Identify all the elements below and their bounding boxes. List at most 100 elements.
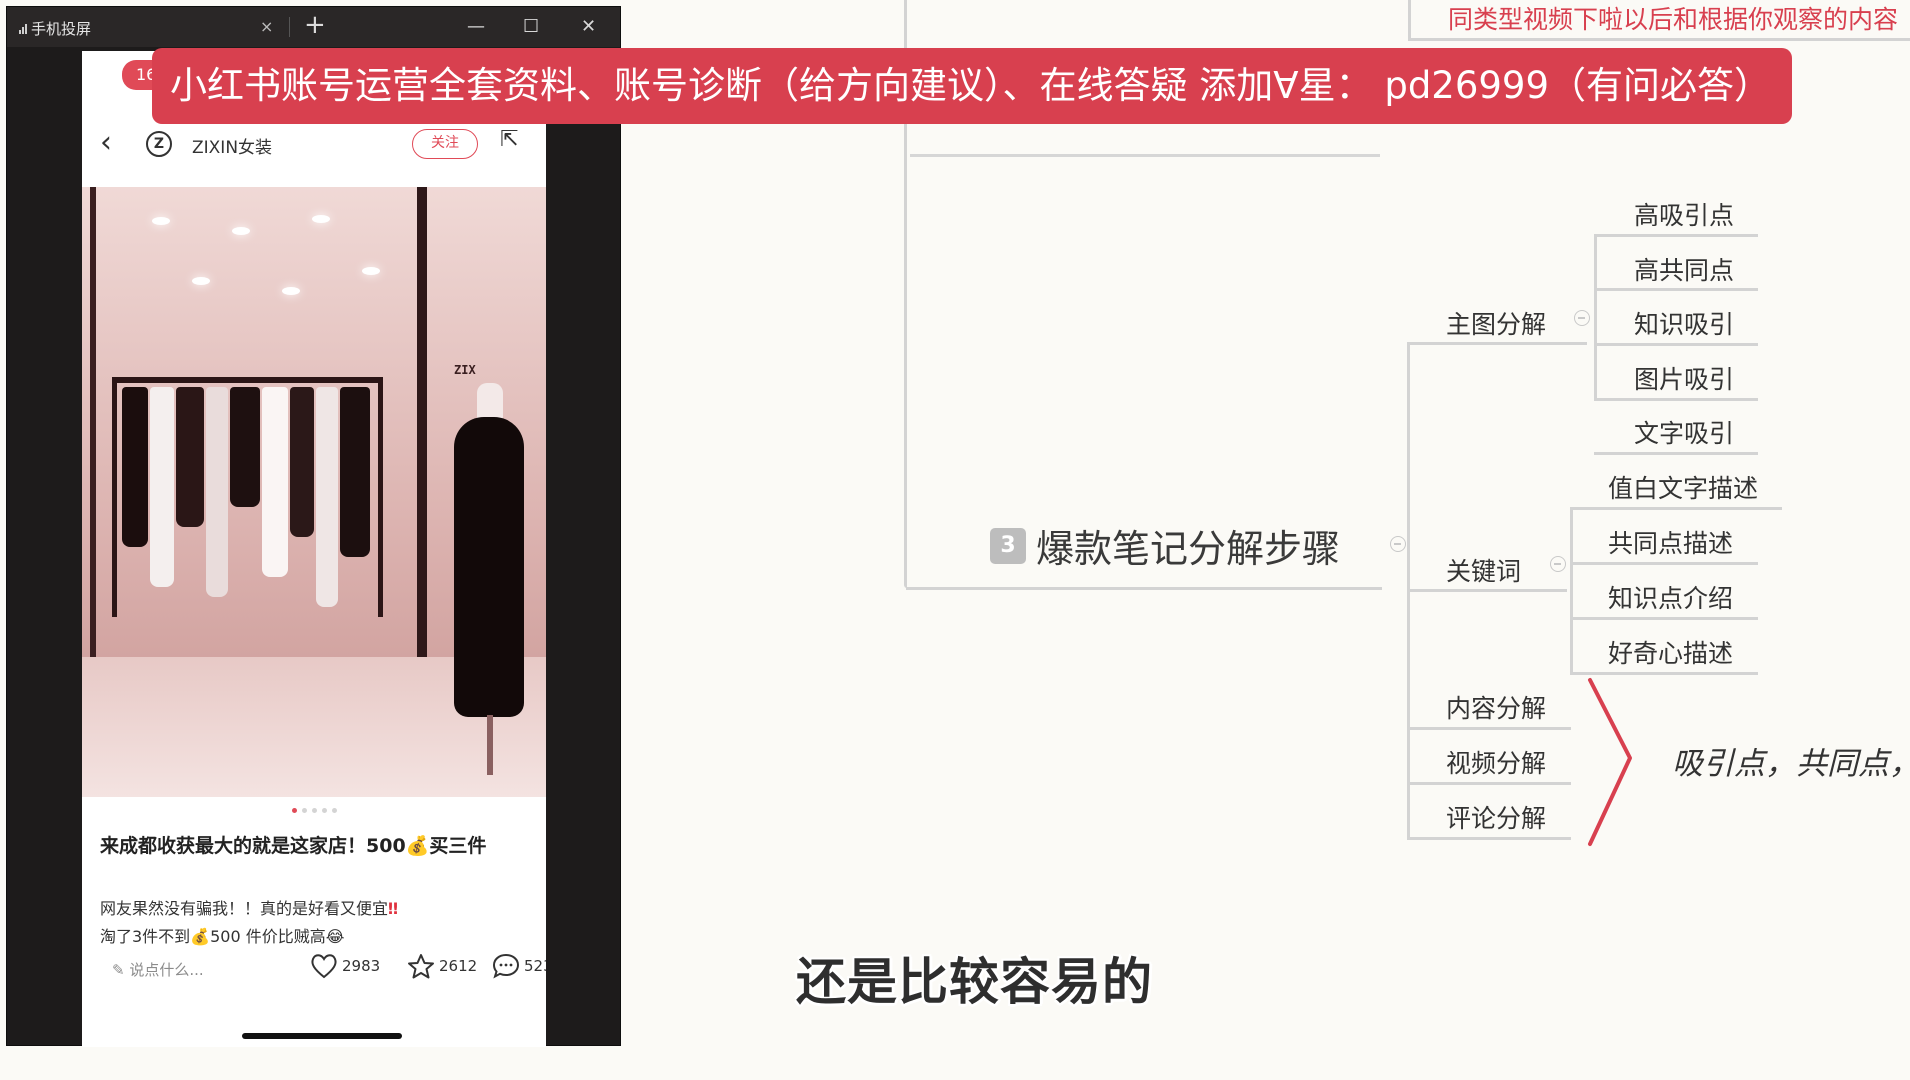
garment bbox=[150, 387, 174, 587]
child-image[interactable]: 图片吸引 bbox=[1634, 360, 1734, 396]
tab-separator bbox=[289, 17, 290, 37]
child-high-attraction[interactable]: 高吸引点 bbox=[1634, 196, 1734, 232]
main-image-collapse-toggle[interactable] bbox=[1574, 310, 1590, 326]
branch-content[interactable]: 内容分解 bbox=[1446, 689, 1546, 725]
carousel-dot bbox=[322, 808, 327, 813]
child-knowledge[interactable]: 知识吸引 bbox=[1634, 305, 1734, 341]
mannequin-stand bbox=[487, 715, 493, 775]
summary-text: 吸引点，共同点， bbox=[1672, 746, 1910, 782]
carousel-dot-active bbox=[292, 808, 297, 813]
like-button[interactable]: 2983 bbox=[310, 953, 380, 979]
garment bbox=[206, 387, 228, 597]
child-text[interactable]: 文字吸引 bbox=[1634, 414, 1734, 450]
main-image-children-spine bbox=[1594, 236, 1597, 399]
keywords-children-spine bbox=[1570, 508, 1573, 672]
new-tab-button[interactable]: + bbox=[304, 10, 326, 40]
branch-main-image-underline bbox=[1407, 342, 1587, 345]
child-underline bbox=[1594, 343, 1758, 346]
garment bbox=[230, 387, 260, 507]
garment bbox=[290, 387, 314, 537]
main-node[interactable]: 3 爆款笔记分解步骤 bbox=[990, 518, 1340, 573]
window-titlebar: 手机投屏 × + — ☐ ✕ bbox=[7, 7, 620, 47]
star-count: 2612 bbox=[439, 957, 478, 975]
comment-input[interactable]: ✎ 说点什么... bbox=[112, 959, 204, 980]
star-icon bbox=[408, 954, 434, 979]
child-knowledge-intro[interactable]: 知识点介绍 bbox=[1608, 579, 1733, 615]
store-name[interactable]: ZIXIN女装 bbox=[192, 133, 272, 158]
clothing-rack bbox=[112, 377, 382, 383]
follow-button[interactable]: 关注 bbox=[412, 129, 478, 159]
red-bracket bbox=[1588, 678, 1632, 846]
child-underline bbox=[1594, 288, 1758, 291]
mannequin-dress bbox=[454, 417, 524, 717]
garment bbox=[262, 387, 288, 577]
child-underline bbox=[1570, 562, 1758, 565]
main-node-collapse-toggle[interactable] bbox=[1390, 536, 1406, 552]
top-note-underline bbox=[1408, 38, 1910, 41]
branch-main-image[interactable]: 主图分解 bbox=[1446, 305, 1546, 341]
main-node-underline bbox=[906, 587, 1382, 590]
child-underline bbox=[1594, 452, 1758, 455]
video-subtitle: 还是比较容易的 bbox=[796, 953, 1153, 1011]
child-underline bbox=[1594, 398, 1758, 401]
promo-banner: 小红书账号运营全套资料、账号诊断（给方向建议）、在线答疑 添加∀星： pd269… bbox=[152, 48, 1792, 124]
garment bbox=[122, 387, 148, 547]
post-photo[interactable]: ZIX bbox=[82, 187, 546, 797]
close-button[interactable]: ✕ bbox=[581, 16, 596, 37]
branch-underline bbox=[1407, 727, 1571, 730]
carousel-dots[interactable] bbox=[292, 808, 337, 813]
branch-keywords-underline bbox=[1407, 589, 1567, 592]
comment-placeholder: 说点什么... bbox=[129, 961, 204, 979]
star-button[interactable]: 2612 bbox=[407, 953, 477, 979]
signal-icon bbox=[19, 23, 27, 34]
store-logo[interactable]: Z bbox=[146, 131, 172, 157]
main-node-label: 爆款笔记分解步骤 bbox=[1036, 527, 1341, 571]
child-underline bbox=[1594, 234, 1758, 237]
post-body: 网友果然没有骗我！！真的是好看又便宜‼ 淘了3件不到💰500 件价比贼高😂 bbox=[100, 895, 530, 951]
comment-button[interactable]: 523 bbox=[492, 953, 546, 979]
like-count: 2983 bbox=[342, 957, 381, 975]
child-underline bbox=[1570, 617, 1758, 620]
window-tab[interactable]: 手机投屏 bbox=[19, 18, 91, 39]
minimize-button[interactable]: — bbox=[467, 16, 485, 37]
child-common-desc[interactable]: 共同点描述 bbox=[1608, 524, 1733, 560]
child-plain-text-desc[interactable]: 值白文字描述 bbox=[1608, 469, 1758, 505]
main-node-number: 3 bbox=[990, 527, 1026, 564]
tab-close-button[interactable]: × bbox=[260, 17, 273, 36]
maximize-button[interactable]: ☐ bbox=[523, 16, 539, 37]
garment bbox=[340, 387, 370, 557]
phone-screen: ‹ Z ZIXIN女装 关注 ⇱ ZIX 来成都收获最大的就是这家店！500💰买… bbox=[82, 51, 546, 1047]
comment-count: 523 bbox=[524, 957, 546, 975]
heart-icon bbox=[311, 954, 337, 979]
top-note-text: 同类型视频下啦以后和根据你观察的内容 bbox=[1448, 5, 1899, 34]
phone-mirror-window: 手机投屏 × + — ☐ ✕ ‹ Z ZIXIN女装 关注 ⇱ ZIX 来成都收… bbox=[6, 6, 621, 1047]
home-indicator[interactable] bbox=[242, 1033, 402, 1039]
branch-comment[interactable]: 评论分解 bbox=[1446, 799, 1546, 835]
post-actions-bar: ✎ 说点什么... 2983 2612 523 bbox=[82, 949, 546, 989]
rack-leg bbox=[378, 377, 383, 617]
branch-underline bbox=[1407, 782, 1571, 785]
prev-node-underline bbox=[910, 154, 1380, 157]
post-body-line-1: 网友果然没有骗我！！真的是好看又便宜‼ bbox=[100, 895, 530, 923]
branch-underline bbox=[1407, 837, 1571, 840]
carousel-dot bbox=[332, 808, 337, 813]
child-high-common[interactable]: 高共同点 bbox=[1634, 251, 1734, 287]
store-sign: ZIX bbox=[454, 363, 476, 377]
child-underline bbox=[1570, 507, 1782, 510]
note-nav-bar: ‹ Z ZIXIN女装 关注 ⇱ bbox=[82, 121, 546, 171]
post-title: 来成都收获最大的就是这家店！500💰买三件 bbox=[100, 835, 487, 857]
garment bbox=[316, 387, 338, 607]
child-curiosity-desc[interactable]: 好奇心描述 bbox=[1608, 634, 1733, 670]
branch-keywords[interactable]: 关键词 bbox=[1446, 552, 1521, 588]
share-icon[interactable]: ⇱ bbox=[500, 127, 518, 152]
carousel-dot bbox=[302, 808, 307, 813]
keywords-collapse-toggle[interactable] bbox=[1550, 556, 1566, 572]
top-note-stem bbox=[1408, 0, 1411, 40]
branch-video[interactable]: 视频分解 bbox=[1446, 744, 1546, 780]
rack-leg bbox=[112, 377, 117, 617]
mannequin-neck bbox=[477, 383, 503, 421]
chevron-left-icon[interactable]: ‹ bbox=[100, 125, 112, 160]
window-title: 手机投屏 bbox=[31, 20, 92, 38]
garment bbox=[176, 387, 204, 527]
double-exclamation-icon: ‼ bbox=[388, 899, 399, 918]
